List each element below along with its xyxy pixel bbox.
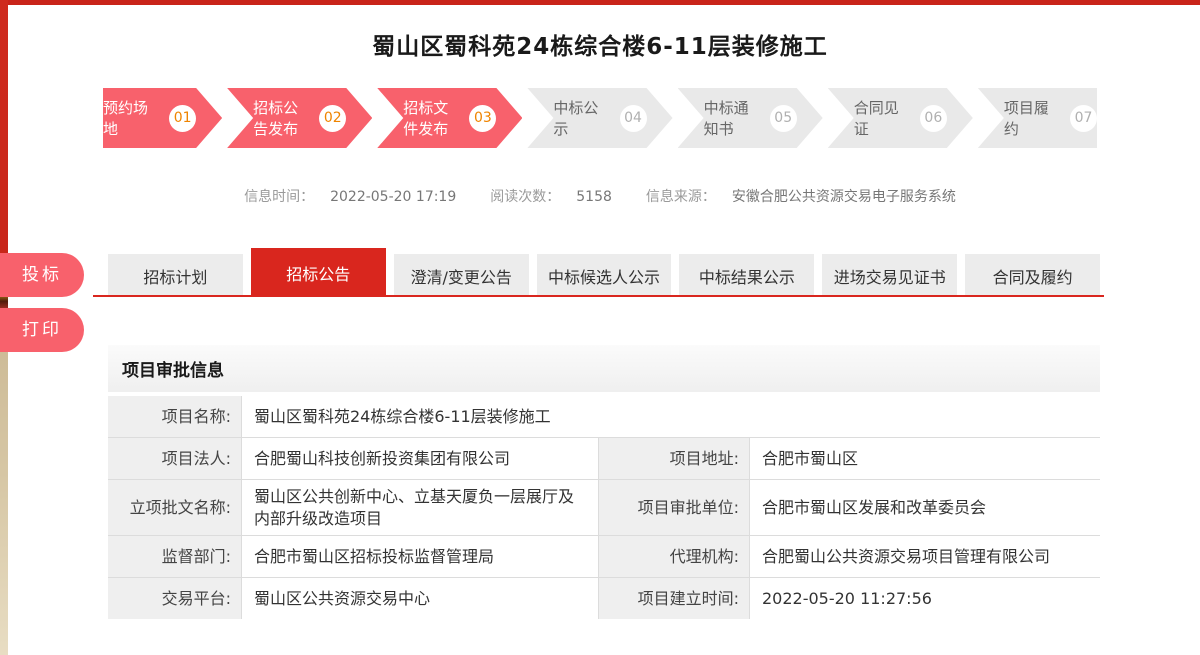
- field-value: 合肥市蜀山区发展和改革委员会: [750, 480, 1101, 535]
- process-step-07: 项目履约 07: [978, 88, 1097, 148]
- read-count-label: 阅读次数：: [490, 189, 560, 205]
- info-time-value: 2022-05-20 17:19: [330, 189, 456, 205]
- page-title: 蜀山区蜀科苑24栋综合楼6-11层装修施工: [0, 27, 1200, 61]
- field-label: 项目法人:: [108, 438, 241, 479]
- tab-4[interactable]: 中标候选人公示: [537, 254, 672, 297]
- field-value: 合肥蜀山公共资源交易项目管理有限公司: [750, 536, 1101, 577]
- step-label: 预约场地: [103, 97, 160, 139]
- step-number-badge: 06: [920, 105, 947, 132]
- step-number-badge: 04: [620, 105, 647, 132]
- field-label: 立项批文名称:: [108, 480, 241, 535]
- process-step-03: 招标文件发布 03: [377, 88, 522, 148]
- tab-7[interactable]: 合同及履约: [965, 254, 1100, 297]
- field-label: 项目建立时间:: [599, 578, 749, 619]
- step-label: 招标文件发布: [403, 97, 460, 139]
- info-meta-line: 信息时间： 2022-05-20 17:19 阅读次数： 5158 信息来源： 安徽合肥公…: [0, 186, 1200, 206]
- process-step-06: 合同见证 06: [828, 88, 973, 148]
- field-value: 蜀山区蜀科苑24栋综合楼6-11层装修施工: [242, 396, 1101, 437]
- tab-6[interactable]: 进场交易见证书: [822, 254, 957, 297]
- field-value: 蜀山区公共创新中心、立基天厦负一层展厅及内部升级改造项目: [242, 480, 598, 535]
- step-label: 中标通知书: [704, 97, 761, 139]
- tab-bar: 招标计划招标公告澄清/变更公告中标候选人公示中标结果公示进场交易见证书合同及履约: [108, 248, 1100, 297]
- step-number-badge: 03: [469, 105, 496, 132]
- info-time-label: 信息时间：: [244, 189, 314, 205]
- step-number-badge: 01: [169, 105, 196, 132]
- field-label: 代理机构:: [599, 536, 749, 577]
- info-source-value: 安徽合肥公共资源交易电子服务系统: [732, 189, 956, 205]
- step-label: 招标公告发布: [253, 97, 310, 139]
- tab-2[interactable]: 招标公告: [251, 248, 386, 297]
- page: 蜀山区蜀科苑24栋综合楼6-11层装修施工 预约场地 01 招标公告发布 02 招标文件…: [0, 0, 1200, 655]
- tab-underline: [93, 295, 1104, 297]
- top-accent-bar: [0, 0, 1200, 5]
- step-number-badge: 07: [1070, 105, 1097, 132]
- field-label: 项目地址:: [599, 438, 749, 479]
- step-label: 项目履约: [1004, 97, 1061, 139]
- field-value: 合肥市蜀山区招标投标监督管理局: [242, 536, 598, 577]
- tab-3[interactable]: 澄清/变更公告: [394, 254, 529, 297]
- print-button[interactable]: 打印: [0, 308, 84, 352]
- step-label: 合同见证: [854, 97, 911, 139]
- tab-1[interactable]: 招标计划: [108, 254, 243, 297]
- info-source-label: 信息来源：: [646, 189, 716, 205]
- tab-5[interactable]: 中标结果公示: [679, 254, 814, 297]
- field-label: 交易平台:: [108, 578, 241, 619]
- step-number-badge: 02: [319, 105, 346, 132]
- field-label: 监督部门:: [108, 536, 241, 577]
- step-number-badge: 05: [770, 105, 797, 132]
- section-header: 项目审批信息: [108, 345, 1100, 392]
- process-step-01: 预约场地 01: [103, 88, 222, 148]
- project-approval-table: 项目名称:蜀山区蜀科苑24栋综合楼6-11层装修施工项目法人:合肥蜀山科技创新投…: [108, 396, 1100, 619]
- field-value: 蜀山区公共资源交易中心: [242, 578, 598, 619]
- bid-button[interactable]: 投标: [0, 253, 84, 297]
- process-steps-bar: 预约场地 01 招标公告发布 02 招标文件发布 03 中标公示 04 中标通知书 05 合同见证 0…: [103, 88, 1097, 148]
- process-step-04: 中标公示 04: [527, 88, 672, 148]
- field-label: 项目审批单位:: [599, 480, 749, 535]
- process-step-02: 招标公告发布 02: [227, 88, 372, 148]
- read-count-value: 5158: [576, 189, 612, 205]
- step-label: 中标公示: [553, 97, 610, 139]
- section-title: 项目审批信息: [122, 356, 224, 381]
- field-value: 2022-05-20 11:27:56: [750, 578, 1101, 619]
- field-label: 项目名称:: [108, 396, 241, 437]
- process-step-05: 中标通知书 05: [678, 88, 823, 148]
- field-value: 合肥蜀山科技创新投资集团有限公司: [242, 438, 598, 479]
- field-value: 合肥市蜀山区: [750, 438, 1101, 479]
